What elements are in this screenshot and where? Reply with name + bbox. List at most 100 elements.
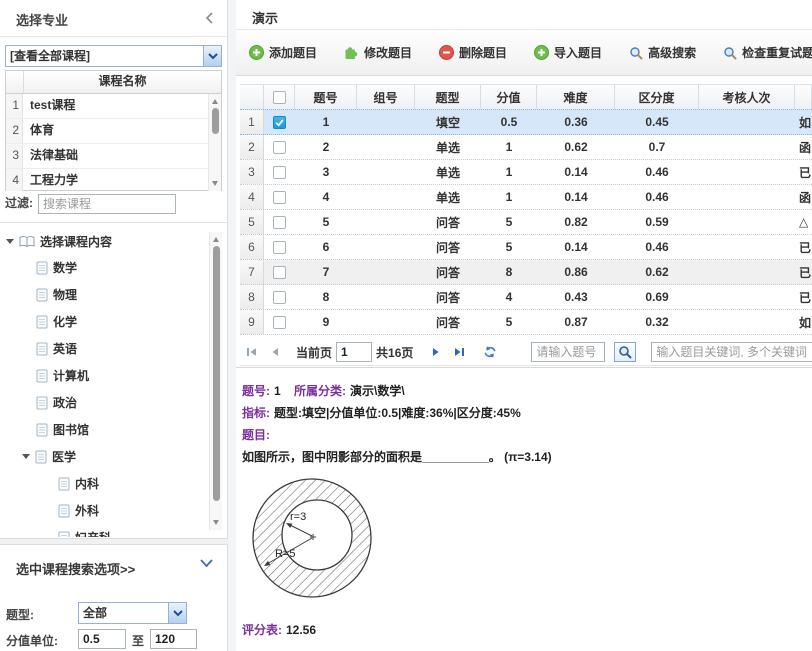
course-list-scrollbar[interactable] (208, 94, 221, 191)
checkbox-icon[interactable] (273, 166, 286, 179)
question-row[interactable]: 7 7 问答 8 0.86 0.62 已 (240, 260, 812, 285)
import-question-button[interactable]: 导入题目 (534, 44, 602, 61)
row-checkbox[interactable] (264, 110, 295, 134)
scroll-up-icon[interactable] (212, 99, 218, 104)
edit-question-button[interactable]: 修改题目 (344, 44, 412, 61)
row-checkbox[interactable] (264, 185, 295, 209)
advanced-search-button[interactable]: 高级搜索 (629, 44, 696, 61)
course-name[interactable]: 法律基础 (23, 144, 221, 168)
checkbox-icon[interactable] (273, 241, 286, 254)
question-row[interactable]: 2 2 单选 1 0.62 0.7 函 (240, 135, 812, 160)
row-checkbox[interactable] (264, 260, 295, 284)
scroll-down-icon[interactable] (213, 520, 219, 525)
column-discrimination[interactable]: 区分度 (615, 85, 699, 109)
course-row[interactable]: 1 test课程 (6, 94, 221, 119)
question-row[interactable]: 9 9 问答 5 0.87 0.32 如 (240, 310, 812, 335)
add-question-button[interactable]: 添加题目 (249, 44, 317, 61)
chevron-down-icon[interactable] (168, 603, 186, 623)
tree-item-surgery[interactable]: 外科 (0, 497, 215, 524)
cell-discrimination: 0.69 (615, 285, 699, 309)
tree-item-politics[interactable]: 政治 (0, 389, 215, 416)
row-checkbox[interactable] (264, 285, 295, 309)
row-checkbox[interactable] (264, 135, 295, 159)
question-row[interactable]: 3 3 单选 1 0.14 0.46 已 (240, 160, 812, 185)
prev-page-button[interactable] (267, 345, 283, 359)
course-row[interactable]: 4 工程力学 (6, 169, 221, 191)
course-name[interactable]: test课程 (23, 94, 221, 118)
cell-content: 已 (795, 260, 812, 284)
check-duplicates-button[interactable]: 检查重复试题 (723, 44, 812, 61)
detail-qnum-value: 1 (274, 384, 281, 398)
checkbox-icon[interactable] (273, 216, 286, 229)
select-all-checkbox[interactable] (264, 85, 295, 109)
row-checkbox[interactable] (264, 160, 295, 184)
row-checkbox[interactable] (264, 210, 295, 234)
tree-item-library[interactable]: 图书馆 (0, 416, 215, 443)
question-row[interactable]: 6 6 问答 5 0.14 0.46 已 (240, 235, 812, 260)
question-row[interactable]: 1 1 填空 0.5 0.36 0.45 如 (240, 109, 812, 135)
column-difficulty[interactable]: 难度 (537, 85, 615, 109)
question-row[interactable]: 5 5 问答 5 0.82 0.59 △ (240, 210, 812, 235)
course-search-input[interactable] (38, 194, 176, 214)
course-name[interactable]: 工程力学 (23, 169, 221, 191)
column-qnum[interactable]: 题号 (295, 85, 357, 109)
scrollbar-thumb[interactable] (212, 108, 219, 134)
chevron-down-icon[interactable] (203, 46, 221, 66)
tree-item-math[interactable]: 数学 (0, 254, 215, 281)
chevron-down-icon[interactable] (199, 557, 214, 571)
checkbox-icon[interactable] (273, 91, 286, 104)
course-row[interactable]: 2 体育 (6, 119, 221, 144)
next-page-button[interactable] (428, 345, 444, 359)
course-category-dropdown[interactable]: [查看全部课程] (5, 45, 222, 67)
checkbox-icon[interactable] (273, 191, 286, 204)
search-options-header[interactable]: 选中课程搜索选项>> (0, 553, 228, 577)
checkbox-icon[interactable] (273, 266, 286, 279)
tree-item-internal-medicine[interactable]: 内科 (0, 470, 215, 497)
checkbox-icon[interactable] (273, 316, 286, 329)
checkbox-icon[interactable] (273, 291, 286, 304)
tree-item-english[interactable]: 英语 (0, 335, 215, 362)
score-max-input[interactable] (150, 629, 197, 649)
course-row[interactable]: 3 法律基础 (6, 144, 221, 169)
column-score[interactable]: 分值 (481, 85, 537, 109)
course-name[interactable]: 体育 (23, 119, 221, 143)
question-number-search-input[interactable] (531, 342, 605, 362)
score-to-label: 至 (132, 632, 144, 649)
tree-item-physics[interactable]: 物理 (0, 281, 215, 308)
column-qtype[interactable]: 题型 (415, 85, 481, 109)
column-examined[interactable]: 考核人次 (699, 85, 795, 109)
tab-demo[interactable]: 演示 (252, 8, 278, 27)
scroll-down-icon[interactable] (212, 181, 218, 186)
question-type-dropdown[interactable]: 全部 (78, 602, 187, 624)
column-content[interactable] (795, 85, 812, 109)
tree-item-obstetrics[interactable]: 妇产科 (0, 524, 215, 537)
course-num-column (6, 71, 24, 93)
column-group[interactable]: 组号 (357, 85, 415, 109)
page-number-input[interactable] (336, 342, 372, 362)
scrollbar-thumb[interactable] (213, 246, 220, 501)
checkbox-icon[interactable] (273, 141, 286, 154)
caret-down-icon[interactable] (6, 239, 14, 244)
tree-scrollbar[interactable] (209, 232, 222, 530)
scroll-up-icon[interactable] (213, 237, 219, 242)
panel-splitter[interactable] (228, 0, 236, 651)
collapse-panel-icon[interactable] (204, 11, 215, 28)
tree-item-medicine[interactable]: 医学 (0, 443, 215, 470)
refresh-button[interactable] (482, 345, 498, 359)
row-checkbox[interactable] (264, 235, 295, 259)
search-button[interactable] (614, 342, 636, 362)
delete-question-button[interactable]: 删除题目 (439, 44, 507, 61)
first-page-button[interactable] (244, 345, 260, 359)
tree-item-chemistry[interactable]: 化学 (0, 308, 215, 335)
question-row[interactable]: 4 4 单选 1 0.14 0.46 函 (240, 185, 812, 210)
caret-down-icon[interactable] (22, 454, 30, 459)
row-checkbox[interactable] (264, 310, 295, 334)
tree-item-computer[interactable]: 计算机 (0, 362, 215, 389)
question-row[interactable]: 8 8 问答 4 0.43 0.69 已 (240, 285, 812, 310)
tree-root[interactable]: 选择课程内容 (0, 228, 215, 254)
last-page-button[interactable] (451, 345, 467, 359)
score-min-input[interactable] (78, 629, 126, 649)
checkbox-checked-icon[interactable] (273, 116, 286, 129)
document-icon (58, 504, 70, 518)
keyword-search-input[interactable] (651, 342, 812, 362)
